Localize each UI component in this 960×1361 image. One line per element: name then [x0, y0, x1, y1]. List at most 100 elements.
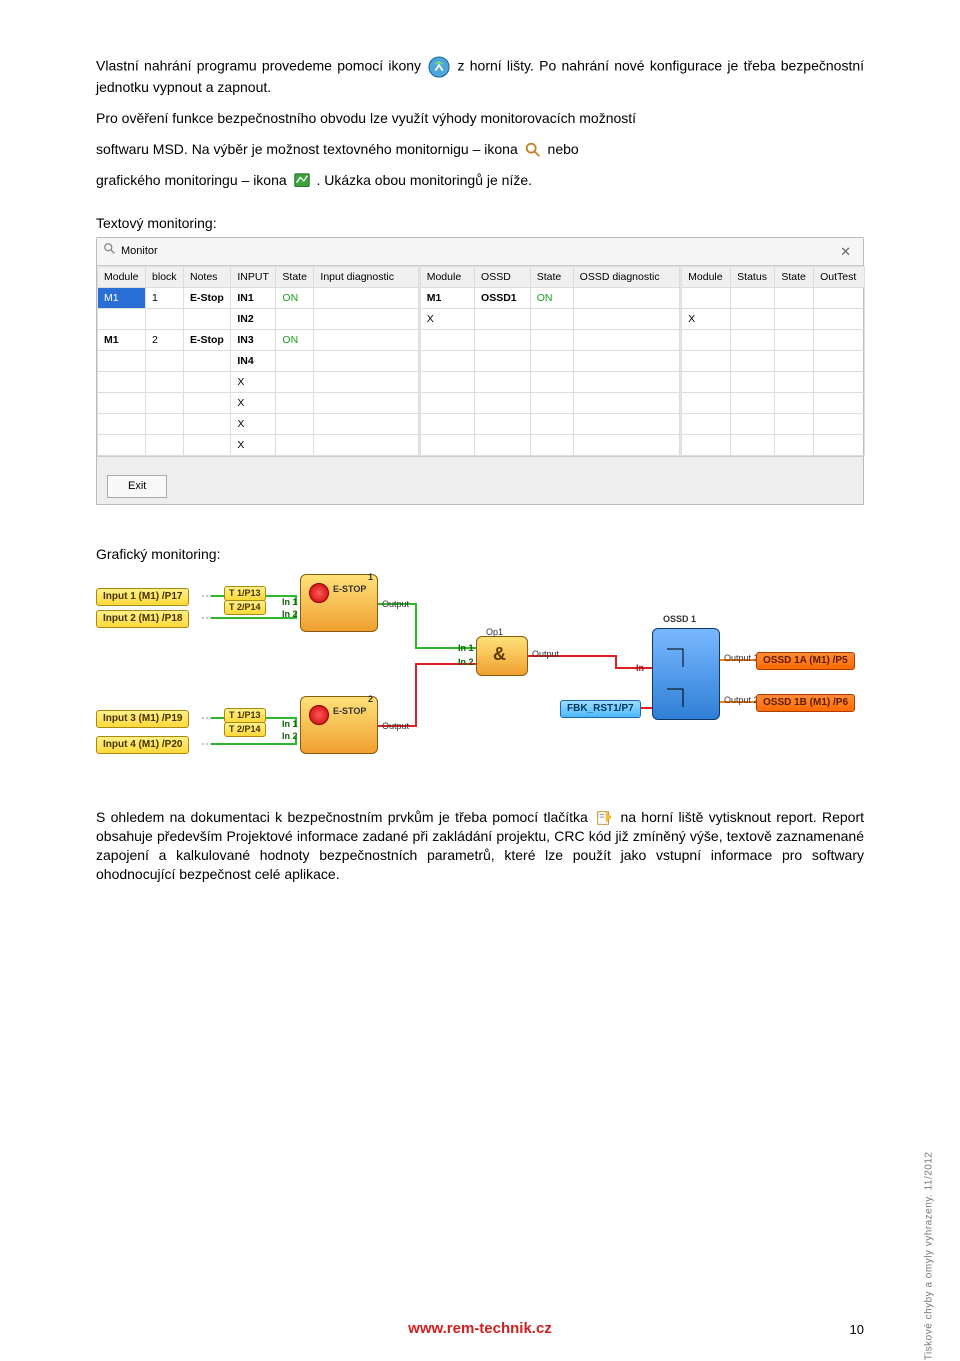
table-row: X	[98, 393, 419, 414]
cell-state-on: ON	[530, 288, 573, 309]
estop-button-icon	[309, 705, 329, 725]
output-text: Output	[532, 648, 559, 660]
cell: X	[420, 309, 474, 330]
table-row	[420, 351, 679, 372]
text-segment: softwaru MSD. Na výběr je možnost textov…	[96, 141, 522, 157]
monitor-window: Monitor ✕ Module block Notes INPUT State…	[96, 237, 864, 505]
in-label: In	[636, 662, 644, 674]
table-row	[682, 372, 865, 393]
tlabel-3: T 1/P13	[224, 708, 266, 723]
table-inputs: Module block Notes INPUT State Input dia…	[97, 266, 420, 456]
report-icon	[595, 809, 613, 827]
estop-block-1: 1 E-STOP	[300, 574, 378, 632]
table-row: IN2	[98, 309, 419, 330]
col-status: Status	[731, 267, 775, 288]
table-row	[682, 393, 865, 414]
estop-label: E-STOP	[333, 707, 366, 716]
cell: E-Stop	[184, 330, 231, 351]
cell: M1	[98, 330, 146, 351]
cell-state-on: ON	[276, 288, 314, 309]
table-row	[420, 414, 679, 435]
close-icon[interactable]: ✕	[834, 243, 857, 261]
table-row: X	[98, 435, 419, 456]
input4-label: Input 4 (M1) /P20	[96, 736, 189, 754]
table-row: X	[98, 372, 419, 393]
section-graphic-monitoring-title: Grafický monitoring:	[96, 545, 864, 564]
cell[interactable]: M1	[98, 288, 146, 309]
cell: X	[231, 372, 276, 393]
output2-text: Output 2	[724, 694, 759, 706]
table-row: X	[98, 414, 419, 435]
cell: E-Stop	[184, 288, 231, 309]
in2-label: In 2	[282, 608, 298, 620]
ossd1-label: OSSD 1	[663, 615, 696, 624]
col-state: State	[276, 267, 314, 288]
text-segment: Vlastní nahrání programu provedeme pomoc…	[96, 58, 426, 74]
table-ossd: Module OSSD State OSSD diagnostic M1 OSS…	[420, 266, 681, 456]
table-row: M1 1 E-Stop IN1 ON	[98, 288, 419, 309]
exit-button[interactable]: Exit	[107, 475, 167, 498]
col-module: Module	[420, 267, 474, 288]
output-text: Output	[382, 598, 409, 610]
ossd1a-output: OSSD 1A (M1) /P5	[756, 652, 855, 670]
text-monitor-icon	[524, 141, 542, 159]
table-row: X	[420, 309, 679, 330]
table-row: IN4	[98, 351, 419, 372]
block-number: 1	[368, 573, 373, 582]
col-outtest: OutTest	[814, 267, 865, 288]
cell: X	[231, 414, 276, 435]
text-segment: grafického monitoringu – ikona	[96, 172, 291, 188]
col-diag: Input diagnostic	[314, 267, 418, 288]
text-segment: . Ukázka obou monitoringů je níže.	[316, 172, 532, 188]
input3-label: Input 3 (M1) /P19	[96, 710, 189, 728]
cell	[314, 288, 418, 309]
output-text: Output	[382, 720, 409, 732]
text-segment: S ohledem na dokumentaci k bezpečnostním…	[96, 809, 593, 825]
in1-label: In 1	[282, 596, 298, 608]
magnifier-icon	[103, 242, 117, 261]
paragraph-1: Vlastní nahrání programu provedeme pomoc…	[96, 56, 864, 97]
block-number: 2	[368, 695, 373, 704]
col-ossd: OSSD	[475, 267, 531, 288]
cell: 2	[146, 330, 184, 351]
table-row	[682, 330, 865, 351]
col-module: Module	[98, 267, 146, 288]
in2-label: In 2	[458, 656, 474, 668]
text-segment: nebo	[548, 141, 579, 157]
cell: OSSD1	[475, 288, 531, 309]
paragraph-4: grafického monitoringu – ikona . Ukázka …	[96, 171, 864, 190]
table-row	[420, 372, 679, 393]
output1-text: Output 1	[724, 652, 759, 664]
cell: IN2	[231, 309, 276, 330]
paragraph-3: softwaru MSD. Na výběr je možnost textov…	[96, 140, 864, 159]
and-block: &	[476, 636, 528, 676]
paragraph-2: Pro ověření funkce bezpečnostního obvodu…	[96, 109, 864, 128]
fbk-label: FBK_RST1/P7	[560, 700, 641, 718]
page: Vlastní nahrání programu provedeme pomoc…	[0, 0, 960, 1361]
cell: X	[682, 309, 731, 330]
input2-label: Input 2 (M1) /P18	[96, 610, 189, 628]
table-header-row: Module block Notes INPUT State Input dia…	[98, 267, 419, 288]
section-text-monitoring-title: Textový monitoring:	[96, 214, 864, 233]
table-row	[682, 435, 865, 456]
table-row	[682, 288, 865, 309]
and-symbol: &	[493, 645, 506, 663]
table-row	[420, 330, 679, 351]
graphic-monitor-icon	[293, 172, 311, 190]
tlabel-1: T 1/P13	[224, 586, 266, 601]
table-row	[682, 414, 865, 435]
cell: IN3	[231, 330, 276, 351]
col-state: State	[775, 267, 814, 288]
estop-block-2: 2 E-STOP	[300, 696, 378, 754]
upload-icon	[428, 56, 450, 78]
in1-label: In 1	[282, 718, 298, 730]
col-diag: OSSD diagnostic	[573, 267, 680, 288]
monitor-window-title: Monitor	[121, 244, 158, 259]
cell: IN4	[231, 351, 276, 372]
table-status: Module Status State OutTest X	[681, 266, 865, 456]
table-row	[420, 435, 679, 456]
cell-state-on: ON	[276, 330, 314, 351]
transistor-icon	[653, 629, 721, 721]
col-block: block	[146, 267, 184, 288]
monitor-tables: Module block Notes INPUT State Input dia…	[97, 266, 863, 456]
